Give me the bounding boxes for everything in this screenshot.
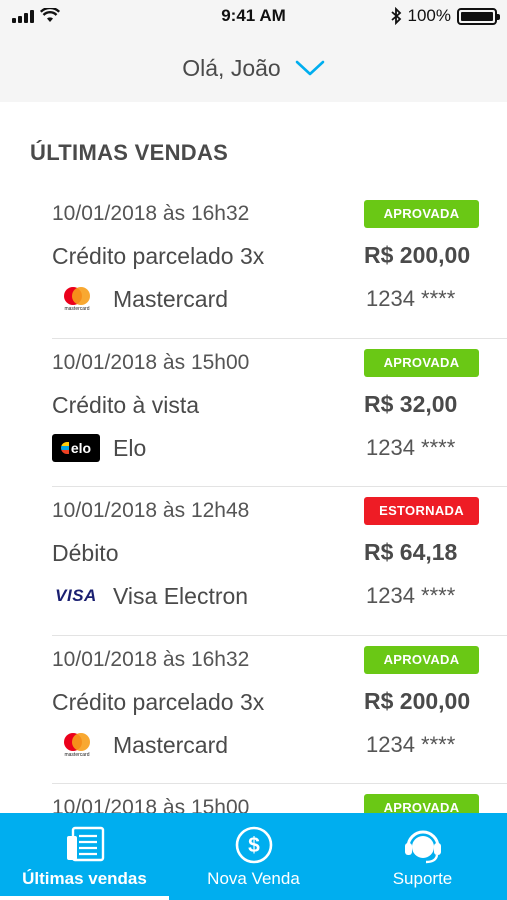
sale-amount: R$ 64,18 — [364, 539, 458, 565]
status-badge: ESTORNADA — [364, 497, 479, 525]
sale-type: Débito — [52, 540, 119, 566]
tab-ultimas-vendas[interactable]: Últimas vendas — [0, 813, 169, 900]
status-badge: APROVADA — [364, 348, 479, 377]
sale-item[interactable]: 10/01/2018 às 12h48 ESTORNADA Débito R$ … — [52, 487, 507, 636]
tab-suporte[interactable]: Suporte — [338, 813, 507, 900]
bottom-navigation: Últimas vendas $ Nova Venda Suporte — [0, 813, 507, 900]
account-selector[interactable]: Olá, João — [0, 34, 507, 102]
sale-item[interactable]: 10/01/2018 às 16h32 APROVADA Crédito par… — [52, 636, 507, 784]
tab-nova-venda[interactable]: $ Nova Venda — [169, 813, 338, 900]
sale-type: Crédito à vista — [52, 391, 200, 418]
mastercard-logo-icon: mastercard — [52, 730, 100, 760]
sale-amount: R$ 200,00 — [364, 242, 471, 268]
sale-item[interactable]: 10/01/2018 às 15h00 APROVADA Crédito à v… — [52, 339, 507, 487]
sale-amount: R$ 200,00 — [364, 687, 471, 714]
bluetooth-icon — [390, 7, 401, 25]
mastercard-logo-icon: mastercard — [52, 284, 100, 314]
svg-text:$: $ — [248, 834, 260, 857]
sale-datetime: 10/01/2018 às 12h48 — [52, 499, 250, 522]
battery-icon — [457, 7, 500, 25]
tab-label: Suporte — [392, 869, 453, 888]
sale-amount: R$ 32,00 — [364, 390, 458, 417]
headset-support-icon — [402, 825, 444, 865]
tab-label: Nova Venda — [207, 869, 300, 888]
card-number: 1234 **** — [366, 731, 456, 757]
dollar-circle-icon: $ — [234, 825, 274, 865]
tab-label: Últimas vendas — [22, 869, 147, 888]
sale-datetime: 10/01/2018 às 16h32 — [52, 202, 250, 225]
status-bar: 9:41 AM 100% — [0, 0, 507, 34]
card-number: 1234 **** — [366, 583, 456, 608]
sale-type: Crédito parcelado 3x — [52, 243, 265, 269]
sales-list: 10/01/2018 às 16h32 APROVADA Crédito par… — [52, 190, 507, 900]
card-number: 1234 **** — [366, 286, 456, 311]
sale-type: Crédito parcelado 3x — [52, 688, 265, 715]
receipt-list-icon — [63, 825, 107, 865]
card-number: 1234 **** — [366, 434, 456, 460]
sale-item[interactable]: 10/01/2018 às 16h32 APROVADA Crédito par… — [52, 190, 507, 339]
page-title: ÚLTIMAS VENDAS — [30, 140, 229, 165]
battery-percentage: 100% — [407, 6, 451, 25]
sale-datetime: 10/01/2018 às 16h32 — [52, 647, 250, 671]
greeting-text: Olá, João — [182, 54, 281, 81]
chevron-down-icon[interactable] — [295, 59, 325, 77]
status-right: 100% — [390, 6, 500, 26]
elo-logo-icon: elo — [52, 433, 100, 463]
status-badge: APROVADA — [364, 645, 479, 674]
card-brand: Mastercard — [113, 286, 229, 312]
sale-datetime: 10/01/2018 às 15h00 — [52, 350, 250, 374]
card-brand: Mastercard — [113, 731, 229, 758]
visa-logo-icon: VISA — [55, 586, 97, 605]
card-brand: Elo — [113, 434, 147, 461]
card-brand: Visa Electron — [113, 583, 249, 609]
status-badge: APROVADA — [364, 200, 479, 228]
